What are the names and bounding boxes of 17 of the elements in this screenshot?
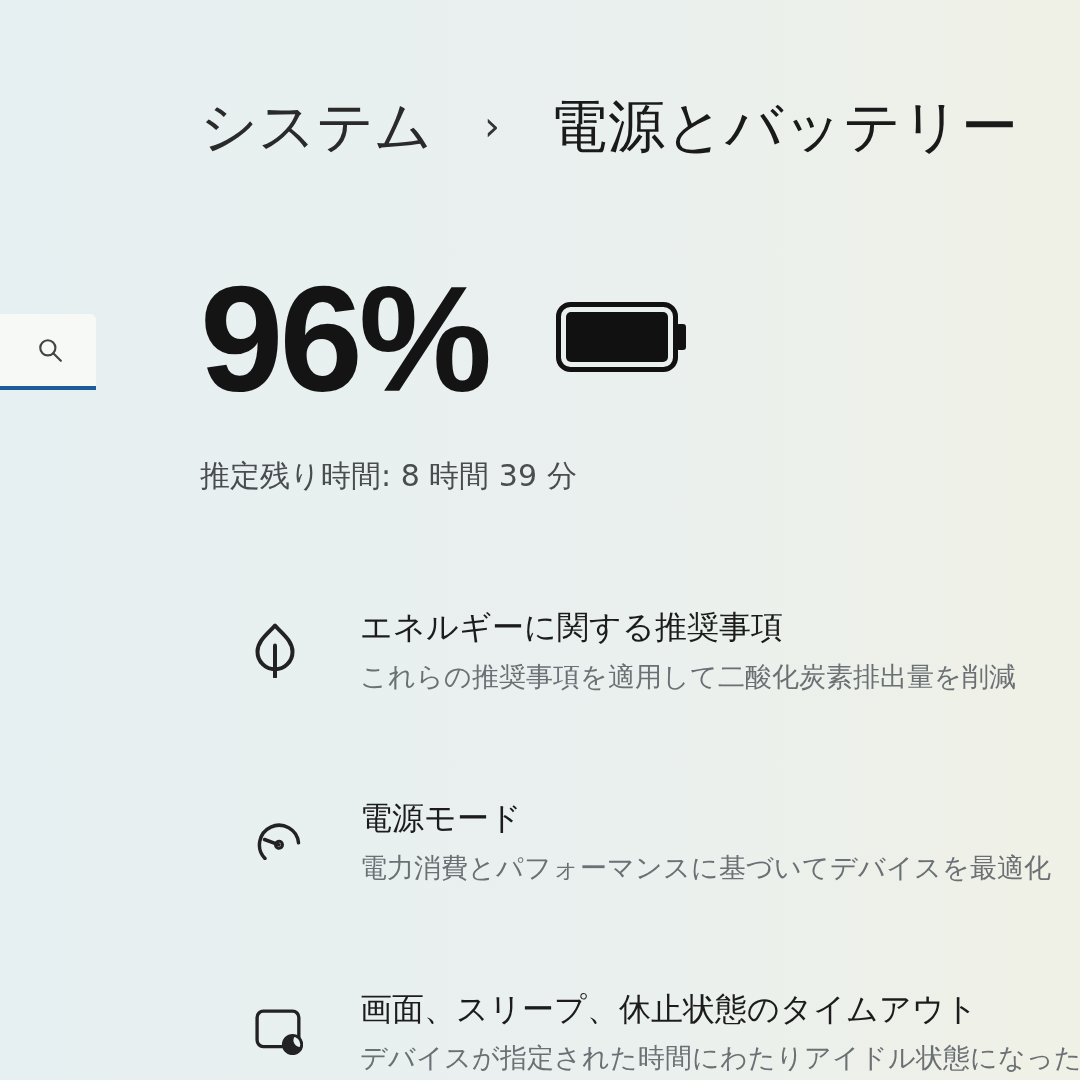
setting-description: デバイスが指定された時間にわたりアイドル状態になった (360, 1042, 1080, 1075)
battery-percentage: 96% (200, 264, 489, 415)
setting-description: 電力消費とパフォーマンスに基づいてデバイスを最適化 (360, 851, 1051, 884)
search-icon (37, 337, 63, 363)
time-remaining: 推定残り時間: 8 時間 39 分 (200, 458, 577, 495)
page-title: 電源とバッテリー (550, 92, 1019, 161)
gauge-icon (255, 823, 303, 861)
setting-description: これらの推奨事項を適用して二酸化炭素排出量を削減 (360, 660, 1016, 694)
screen-moon-icon (255, 1009, 303, 1056)
battery-icon (556, 302, 687, 373)
setting-title[interactable]: エネルギーに関する推奨事項 (360, 608, 783, 647)
setting-title[interactable]: 画面、スリープ、休止状態のタイムアウト (360, 989, 978, 1029)
breadcrumb-separator: › (484, 102, 500, 151)
search-field[interactable] (0, 314, 96, 390)
setting-title[interactable]: 電源モード (360, 799, 522, 838)
breadcrumb-link[interactable]: システム (200, 92, 432, 161)
leaf-icon (255, 623, 295, 679)
